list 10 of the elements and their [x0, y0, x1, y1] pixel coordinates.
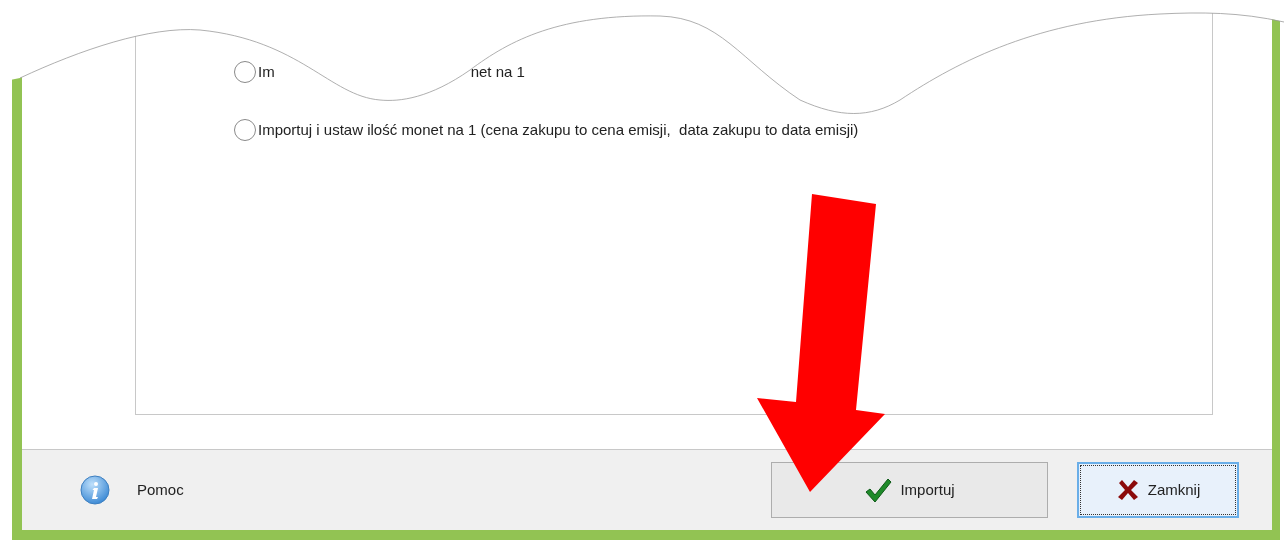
radio-button[interactable]	[234, 61, 256, 83]
help-link[interactable]: Pomoc	[137, 478, 184, 502]
dialog-button[interactable]: Zamknij	[1077, 462, 1239, 518]
radio-label: Importuj i ustaw ilość monet na 1 (cena zakupu to cena emisji, data zakupu to data emisji)	[258, 119, 859, 140]
dialog-button[interactable]: Importuj	[771, 462, 1048, 518]
radio-label: net na 1	[470, 61, 525, 82]
checkmark-icon	[864, 477, 893, 503]
radio-button[interactable]	[234, 119, 256, 141]
info-icon	[80, 475, 110, 505]
radio-label: Im	[258, 61, 275, 82]
